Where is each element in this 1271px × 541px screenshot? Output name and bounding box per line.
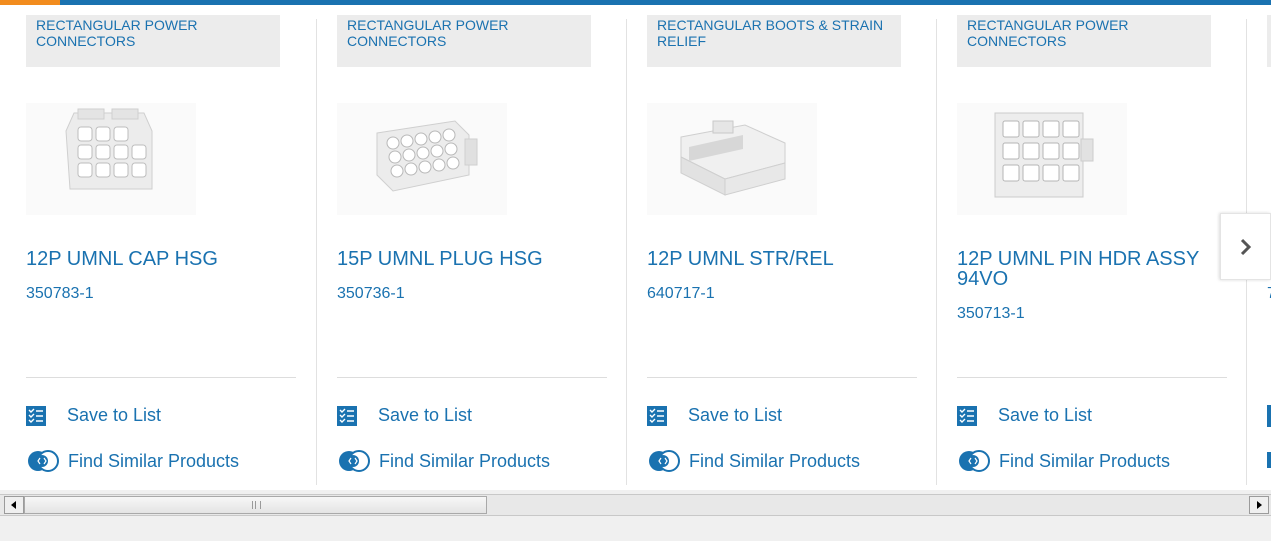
find-similar-icon	[28, 450, 59, 472]
find-similar-button[interactable]: Find Similar Products	[337, 449, 550, 473]
find-similar-icon	[339, 450, 370, 472]
checklist-icon	[337, 405, 357, 426]
scrollbar-grip	[252, 501, 261, 509]
horizontal-scrollbar[interactable]	[0, 494, 1271, 516]
product-card: RECTANGULAR BOOTS & STRAIN RELIEF 12P UM…	[647, 5, 917, 485]
product-image[interactable]	[26, 103, 196, 215]
card-column-divider	[626, 19, 627, 485]
card-divider	[26, 377, 296, 378]
save-to-list-button[interactable]: Save to List	[26, 405, 161, 426]
product-name-link[interactable]: 12P UMNL STR/REL	[647, 249, 907, 269]
strain-relief-image	[647, 103, 817, 215]
save-to-list-label: Save to List	[378, 405, 473, 425]
card-divider	[957, 377, 1227, 378]
save-to-list-button[interactable]: Save to List	[647, 405, 782, 426]
find-similar-label: Find Similar Products	[999, 450, 1171, 471]
product-image[interactable]	[957, 103, 1127, 215]
product-number-link[interactable]: 350713-1	[957, 305, 1025, 323]
checklist-icon[interactable]	[1267, 405, 1271, 427]
find-similar-label: Find Similar Products	[68, 450, 240, 471]
find-similar-button[interactable]: Find Similar Products	[26, 449, 239, 473]
product-category[interactable]: RECTANGULAR POWER CONNECTORS	[957, 15, 1211, 67]
product-number-link[interactable]: 7	[1267, 285, 1271, 303]
checklist-icon	[26, 405, 46, 426]
product-image[interactable]	[337, 103, 507, 215]
find-similar-button[interactable]: Find Similar Products	[647, 449, 860, 473]
save-to-list-button[interactable]: Save to List	[957, 405, 1092, 426]
product-number-link[interactable]: 640717-1	[647, 285, 715, 303]
pin-header-image	[957, 103, 1127, 215]
product-category[interactable]: RECTANGULAR POWER CONNECTORS	[337, 15, 591, 67]
product-number-link[interactable]: 350783-1	[26, 285, 94, 303]
product-card: RECTANGULAR POWER CONNECTORS 12P UMNL PI…	[957, 5, 1227, 485]
chevron-right-icon	[1240, 238, 1251, 255]
find-similar-icon	[649, 450, 680, 472]
find-similar-button[interactable]: Find Similar Products	[957, 449, 1170, 473]
product-carousel: RECTANGULAR POWER CONNECTORS 12P UMNL CA…	[0, 0, 1271, 490]
product-category[interactable]: RECTANGULAR BOOTS & STRAIN RELIEF	[647, 15, 901, 67]
find-similar-label: Find Similar Products	[379, 450, 551, 471]
scroll-left-button[interactable]	[4, 496, 24, 514]
save-to-list-label: Save to List	[998, 405, 1093, 425]
product-card: RECTANGULAR POWER CONNECTORS 12P UMNL CA…	[26, 5, 296, 485]
card-divider	[337, 377, 607, 378]
arrow-right-icon	[1257, 501, 1262, 509]
product-number-link[interactable]: 350736-1	[337, 285, 405, 303]
find-similar-label: Find Similar Products	[689, 450, 861, 471]
carousel-next-button[interactable]	[1220, 213, 1271, 280]
product-name-link[interactable]: 15P UMNL PLUG HSG	[337, 249, 597, 269]
plug-housing-image	[337, 103, 507, 215]
arrow-left-icon	[11, 501, 16, 509]
product-category[interactable]: RECTANGULAR POWER CONNECTORS	[26, 15, 280, 67]
scroll-right-button[interactable]	[1249, 496, 1269, 514]
card-column-divider	[316, 19, 317, 485]
find-similar-icon[interactable]	[1267, 452, 1271, 468]
product-image[interactable]	[647, 103, 817, 215]
checklist-icon	[957, 405, 977, 426]
product-name-link[interactable]: 12P UMNL CAP HSG	[26, 249, 286, 269]
save-to-list-button[interactable]: Save to List	[337, 405, 472, 426]
product-name-link[interactable]: 12P UMNL PIN HDR ASSY 94VO	[957, 249, 1217, 289]
card-column-divider	[936, 19, 937, 485]
card-divider	[647, 377, 917, 378]
product-category[interactable]	[1267, 15, 1271, 67]
checklist-icon	[647, 405, 667, 426]
scrollbar-thumb[interactable]	[24, 496, 487, 514]
find-similar-icon	[959, 450, 990, 472]
save-to-list-label: Save to List	[67, 405, 162, 425]
cap-housing-image	[26, 103, 196, 215]
save-to-list-label: Save to List	[688, 405, 783, 425]
product-card: RECTANGULAR POWER CONNECTORS 15P UMNL PL…	[337, 5, 607, 485]
